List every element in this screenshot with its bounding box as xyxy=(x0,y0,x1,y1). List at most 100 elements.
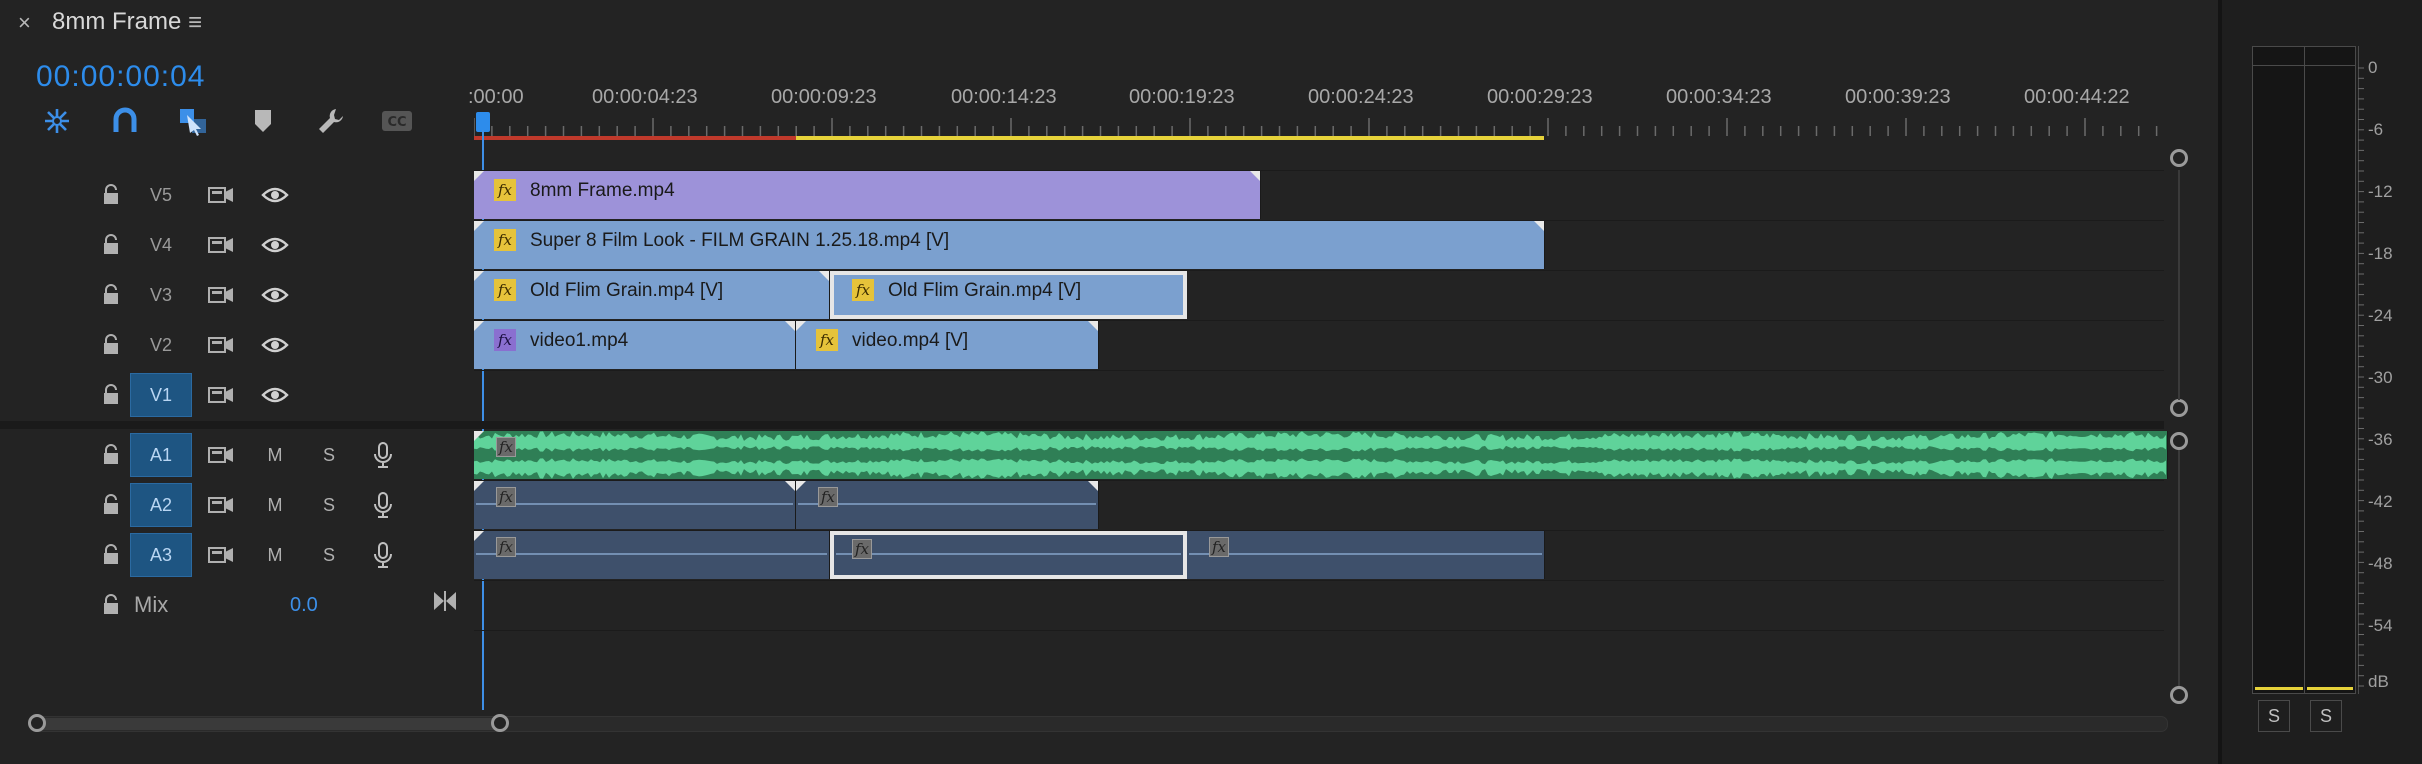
volume-line[interactable] xyxy=(798,503,1096,505)
solo-left-button[interactable]: S xyxy=(2258,700,2290,732)
sync-lock-icon[interactable] xyxy=(204,438,238,472)
solo-right-button[interactable]: S xyxy=(2310,700,2342,732)
volume-line[interactable] xyxy=(1189,553,1542,555)
mix-label: Mix xyxy=(134,592,169,617)
fx-badge: fx xyxy=(852,539,872,559)
horizontal-scrollbar-thumb[interactable] xyxy=(36,718,502,730)
clip-a3-audio-1[interactable]: fx xyxy=(474,531,830,579)
microphone-icon[interactable] xyxy=(366,538,400,572)
ruler-label: :00:00 xyxy=(468,86,524,108)
nest-toggle-icon[interactable] xyxy=(40,104,74,138)
lock-icon[interactable] xyxy=(100,494,122,516)
sync-lock-icon[interactable] xyxy=(204,378,238,412)
mute-button[interactable]: M xyxy=(258,538,292,572)
track-name-targeted[interactable]: A2 xyxy=(130,483,192,527)
playhead-handle[interactable] xyxy=(476,112,490,132)
lock-icon[interactable] xyxy=(100,184,122,206)
snap-magnet-icon[interactable] xyxy=(108,104,142,138)
track-name-targeted[interactable]: V1 xyxy=(130,373,192,417)
db-scale-label: -48 xyxy=(2368,554,2393,573)
audio-scroll-top-handle[interactable] xyxy=(2170,432,2188,450)
meter-scale-ticks xyxy=(2358,67,2364,687)
clip-v4-film-grain[interactable]: fx Super 8 Film Look - FILM GRAIN 1.25.1… xyxy=(474,221,1545,269)
video-scroll-top-handle[interactable] xyxy=(2170,149,2188,167)
solo-button[interactable]: S xyxy=(312,538,346,572)
ruler-label: 00:00:39:23 xyxy=(1845,86,1951,108)
clip-a2-audio-2[interactable]: fx xyxy=(796,481,1099,529)
audio-vertical-scrollbar[interactable] xyxy=(2178,450,2180,686)
mute-button[interactable]: M xyxy=(258,438,292,472)
lock-icon[interactable] xyxy=(100,544,122,566)
clip-end-marker xyxy=(785,321,795,331)
track-name[interactable]: V2 xyxy=(130,323,192,367)
playhead-timecode[interactable]: 00:00:00:04 xyxy=(36,60,205,94)
solo-button[interactable]: S xyxy=(312,488,346,522)
video-vertical-scrollbar[interactable] xyxy=(2178,170,2180,400)
sync-lock-icon[interactable] xyxy=(204,228,238,262)
lock-icon[interactable] xyxy=(100,594,122,616)
captions-icon[interactable]: CC xyxy=(380,104,414,138)
sync-lock-icon[interactable] xyxy=(204,178,238,212)
volume-line[interactable] xyxy=(476,553,827,555)
fx-badge: fx xyxy=(494,229,516,251)
clip-start-marker xyxy=(796,481,806,491)
solo-button[interactable]: S xyxy=(312,438,346,472)
video-audio-divider[interactable] xyxy=(0,421,2164,429)
eye-visibility-icon[interactable] xyxy=(258,178,292,212)
track-name[interactable]: V4 xyxy=(130,223,192,267)
eye-visibility-icon[interactable] xyxy=(258,278,292,312)
mix-volume-value[interactable]: 0.0 xyxy=(290,594,318,617)
add-marker-icon[interactable] xyxy=(246,104,280,138)
track-name-targeted[interactable]: A3 xyxy=(130,533,192,577)
clip-v3-old-film-grain-2-selected[interactable]: fx Old Flim Grain.mp4 [V] xyxy=(830,271,1187,319)
close-tab-icon[interactable]: × xyxy=(18,10,31,36)
track-name-targeted[interactable]: A1 xyxy=(130,433,192,477)
audio-scroll-bottom-handle[interactable] xyxy=(2170,686,2188,704)
clip-v2-video[interactable]: fx video.mp4 [V] xyxy=(796,321,1099,369)
volume-line[interactable] xyxy=(836,553,1181,555)
time-ruler[interactable]: :00:00 00:00:04:23 00:00:09:23 00:00:14:… xyxy=(468,44,2164,140)
zoom-right-handle[interactable] xyxy=(491,714,509,732)
volume-line[interactable] xyxy=(476,503,793,505)
sequence-tab-title[interactable]: 8mm Frame xyxy=(52,8,181,36)
microphone-icon[interactable] xyxy=(366,438,400,472)
panel-divider[interactable] xyxy=(2218,0,2222,764)
go-to-edit-icon[interactable] xyxy=(432,590,458,617)
lock-icon[interactable] xyxy=(100,284,122,306)
eye-visibility-icon[interactable] xyxy=(258,228,292,262)
track-header-mix: Mix 0.0 xyxy=(0,580,474,630)
panel-menu-icon[interactable]: ≡ xyxy=(188,9,202,37)
track-name[interactable]: V3 xyxy=(130,273,192,317)
clip-v5-8mm-frame[interactable]: fx 8mm Frame.mp4 xyxy=(474,171,1261,219)
lock-icon[interactable] xyxy=(100,334,122,356)
fx-badge: fx xyxy=(816,329,838,351)
lock-icon[interactable] xyxy=(100,384,122,406)
zoom-left-handle[interactable] xyxy=(28,714,46,732)
work-area-unrendered-bar xyxy=(796,136,1544,140)
lock-icon[interactable] xyxy=(100,444,122,466)
clip-a1-audio[interactable]: fx xyxy=(474,431,2168,479)
sync-lock-icon[interactable] xyxy=(204,488,238,522)
clip-a3-audio-3[interactable]: fx xyxy=(1187,531,1545,579)
eye-visibility-icon[interactable] xyxy=(258,378,292,412)
sync-lock-icon[interactable] xyxy=(204,278,238,312)
fx-badge: fx xyxy=(494,279,516,301)
clip-v3-old-film-grain-1[interactable]: fx Old Flim Grain.mp4 [V] xyxy=(474,271,830,319)
peak-indicator[interactable] xyxy=(2253,47,2355,66)
clip-a2-audio-1[interactable]: fx xyxy=(474,481,796,529)
mute-button[interactable]: M xyxy=(258,488,292,522)
track-name[interactable]: V5 xyxy=(130,173,192,217)
track-header-a3: A3 M S xyxy=(0,530,474,580)
wrench-settings-icon[interactable] xyxy=(314,104,348,138)
lock-icon[interactable] xyxy=(100,234,122,256)
eye-visibility-icon[interactable] xyxy=(258,328,292,362)
lane-separator xyxy=(474,580,2164,581)
microphone-icon[interactable] xyxy=(366,488,400,522)
sync-lock-icon[interactable] xyxy=(204,328,238,362)
sync-lock-icon[interactable] xyxy=(204,538,238,572)
db-scale-label: -18 xyxy=(2368,244,2393,263)
clip-v2-video1[interactable]: fx video1.mp4 xyxy=(474,321,796,369)
linked-selection-icon[interactable] xyxy=(176,104,210,138)
video-scroll-bottom-handle[interactable] xyxy=(2170,399,2188,417)
clip-a3-audio-2-selected[interactable]: fx xyxy=(830,531,1187,579)
